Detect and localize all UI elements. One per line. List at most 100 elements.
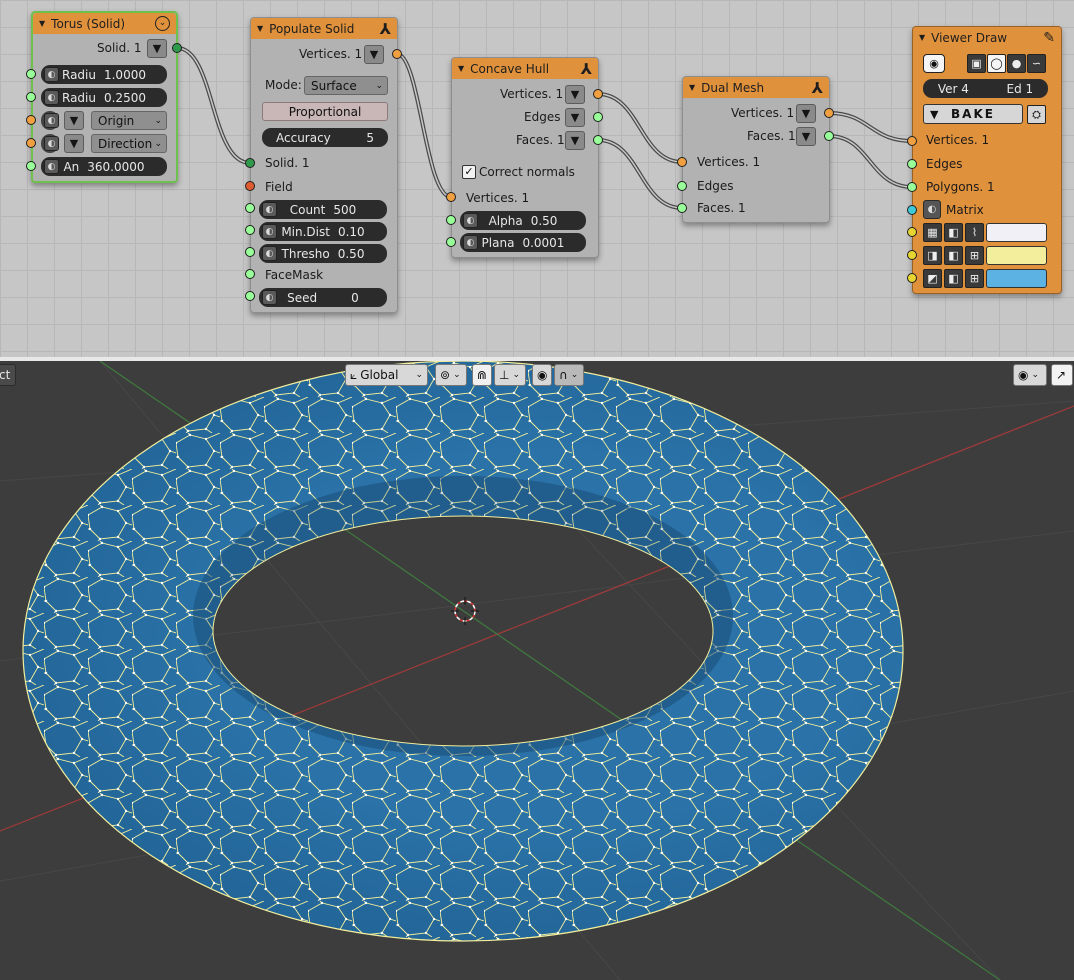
vertex-color-swatch[interactable] [986, 223, 1047, 242]
gizmo-toggle[interactable]: ↗ [1051, 364, 1073, 386]
origin-mode-dropdown[interactable]: ▼ [64, 111, 84, 130]
collapse-icon[interactable]: ▼ [257, 24, 263, 33]
proportional-toggle[interactable]: Proportional [262, 102, 388, 121]
edge-color-swatch[interactable] [986, 246, 1047, 265]
collapse-icon[interactable]: ▼ [458, 64, 464, 73]
node-editor[interactable]: ▼ Torus (Solid) ⌄ Solid. 1 ▼ ◐ Radiu 1.00… [0, 0, 1074, 357]
socket-mode-icon[interactable]: ◐ [44, 90, 59, 105]
dual-vertices-input-socket[interactable] [677, 157, 687, 167]
socket-mode-icon[interactable]: ◐ [44, 113, 59, 128]
faces-output-dropdown[interactable]: ▼ [565, 131, 585, 150]
concave-vertices-input-socket[interactable] [446, 192, 456, 202]
faces-output-dropdown[interactable]: ▼ [796, 127, 816, 146]
face-color-swatch[interactable] [986, 269, 1047, 288]
pencil-icon[interactable]: ✎ [1043, 30, 1055, 46]
populate-vertices-output-socket[interactable] [392, 49, 402, 59]
viewer-edge-color-socket[interactable] [907, 250, 917, 260]
correct-normals-checkbox[interactable]: ✓ [462, 165, 476, 179]
direction-mode-dropdown[interactable]: ▼ [64, 134, 84, 153]
settings-icon[interactable]: ⛭ [1027, 105, 1046, 124]
wrench-icon[interactable]: ⅄ [812, 79, 823, 97]
socket-mode-icon[interactable]: ◐ [463, 213, 478, 228]
wrench-icon[interactable]: ⅄ [380, 20, 391, 38]
torus-angle-socket[interactable] [26, 161, 36, 171]
node-options-icon[interactable]: ⌄ [155, 16, 170, 31]
vertices-output-dropdown[interactable]: ▼ [796, 104, 816, 123]
planar-field[interactable]: ◐ Plana 0.0001 [460, 233, 586, 252]
vertices-output-dropdown[interactable]: ▼ [565, 85, 585, 104]
torus-solid-node[interactable]: ▼ Torus (Solid) ⌄ Solid. 1 ▼ ◐ Radiu 1.00… [31, 11, 178, 183]
concave-faces-output-socket[interactable] [593, 135, 603, 145]
transform-orientation-select[interactable]: ⟀ Global ⌄ [345, 364, 428, 386]
visibility-select[interactable]: ◉ ⌄ [1013, 364, 1047, 386]
face-display-icon[interactable]: ● [1007, 54, 1026, 73]
direction-select[interactable]: Direction ⌄ [91, 134, 167, 153]
area-divider[interactable] [0, 357, 1074, 361]
dual-node-header[interactable]: ▼ Dual Mesh ⅄ [683, 77, 829, 98]
face-color-mode-icon[interactable]: ◩ [923, 269, 942, 288]
populate-face-mask-socket[interactable] [245, 269, 255, 279]
viewer-vertices-input-socket[interactable] [907, 136, 917, 146]
vertices-output-dropdown[interactable]: ▼ [364, 45, 384, 64]
populate-field-input-socket[interactable] [245, 181, 255, 191]
vertex-color-toggle-icon[interactable]: ◧ [944, 223, 963, 242]
mode-select[interactable]: Surface ⌄ [304, 76, 388, 95]
dual-faces-input-socket[interactable] [677, 203, 687, 213]
snap-target-select[interactable]: ⊥ ⌄ [494, 364, 526, 386]
vertex-edge-size-fields[interactable]: Ver 4 Ed 1 [923, 79, 1048, 98]
dual-edges-input-socket[interactable] [677, 181, 687, 191]
socket-mode-icon[interactable]: ◐ [262, 224, 277, 239]
wrench-icon[interactable]: ⅄ [581, 60, 592, 78]
wire-display-icon[interactable]: ◯ [987, 54, 1006, 73]
origin-socket-mode[interactable]: ◐ [41, 111, 59, 130]
accuracy-field[interactable]: Accuracy 5 [262, 128, 388, 147]
solid-output-dropdown[interactable]: ▼ [147, 39, 167, 58]
socket-mode-icon[interactable]: ◐ [463, 235, 478, 250]
torus-radius-socket[interactable] [26, 69, 36, 79]
smooth-display-icon[interactable]: ∽ [1027, 54, 1046, 73]
bake-button[interactable]: ▼ BAKE [923, 104, 1023, 124]
viewer-draw-node[interactable]: ▼ Viewer Draw ✎ ◉ ▣ ◯ ● ∽ Ver 4 Ed 1 ▼ B… [912, 26, 1062, 294]
pivot-point-select[interactable]: ⊚ ⌄ [435, 364, 467, 386]
face-color-toggle-icon[interactable]: ◧ [944, 269, 963, 288]
collapse-icon[interactable]: ▼ [919, 33, 925, 42]
socket-mode-icon[interactable]: ◐ [44, 159, 59, 174]
vertex-curve-icon[interactable]: ⌇ [965, 223, 984, 242]
collapse-icon[interactable]: ▼ [39, 19, 45, 28]
snap-toggle[interactable]: ⋒ [472, 364, 492, 386]
eye-icon[interactable]: ◉ [923, 54, 945, 73]
collapse-icon[interactable]: ▼ [689, 83, 695, 92]
viewer-polygons-input-socket[interactable] [907, 182, 917, 192]
minor-radius-field[interactable]: ◐ Radiu 0.2500 [41, 88, 167, 107]
edge-color-mode-icon[interactable]: ◨ [923, 246, 942, 265]
threshold-field[interactable]: ◐ Thresho 0.50 [259, 244, 387, 263]
populate-solid-node[interactable]: ▼ Populate Solid ⅄ Vertices. 1 ▼ Mode: S… [250, 17, 398, 313]
torus-radius-minor-socket[interactable] [26, 92, 36, 102]
angle-field[interactable]: ◐ An 360.0000 [41, 157, 167, 176]
viewer-node-header[interactable]: ▼ Viewer Draw ✎ [913, 27, 1061, 48]
socket-mode-icon[interactable]: ◐ [262, 202, 277, 217]
dual-vertices-output-socket[interactable] [824, 108, 834, 118]
face-pattern-icon[interactable]: ⊞ [965, 269, 984, 288]
socket-mode-icon[interactable]: ◐ [262, 290, 277, 305]
populate-min-dist-socket[interactable] [245, 225, 255, 235]
edge-color-toggle-icon[interactable]: ◧ [944, 246, 963, 265]
edges-output-dropdown[interactable]: ▼ [565, 108, 585, 127]
concave-edges-output-socket[interactable] [593, 112, 603, 122]
seed-field[interactable]: ◐ Seed 0 [259, 288, 387, 307]
torus-direction-socket[interactable] [26, 138, 36, 148]
torus-origin-socket[interactable] [26, 115, 36, 125]
populate-seed-socket[interactable] [245, 291, 255, 301]
viewer-edges-input-socket[interactable] [907, 159, 917, 169]
alpha-field[interactable]: ◐ Alpha 0.50 [460, 211, 586, 230]
vertex-color-mode-icon[interactable]: ▦ [923, 223, 942, 242]
viewer-vertex-color-socket[interactable] [907, 227, 917, 237]
3d-viewport[interactable]: ct ⟀ Global ⌄ ⊚ ⌄ ⋒ ⊥ ⌄ ◉ ∩ ⌄ ◉ ⌄ ↗ [0, 361, 1074, 980]
vertex-display-icon[interactable]: ▣ [967, 54, 986, 73]
direction-socket-mode[interactable]: ◐ [41, 134, 59, 153]
mode-menu[interactable]: ct [0, 364, 16, 386]
populate-count-socket[interactable] [245, 203, 255, 213]
proportional-edit-toggle[interactable]: ◉ [532, 364, 552, 386]
concave-node-header[interactable]: ▼ Concave Hull ⅄ [452, 58, 598, 79]
concave-planar-socket[interactable] [446, 237, 456, 247]
